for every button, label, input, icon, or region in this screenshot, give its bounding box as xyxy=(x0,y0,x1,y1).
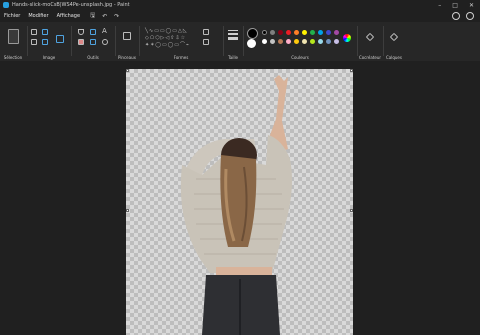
text-tool-icon[interactable]: A xyxy=(102,27,107,35)
menu-edit[interactable]: Modifier xyxy=(24,13,52,19)
palette-swatch[interactable] xyxy=(262,39,267,44)
window-title: Hands-slick-moCsB|WS4Pe-unsplash.jpg - P… xyxy=(12,2,130,8)
palette-swatch[interactable] xyxy=(326,30,331,35)
palette-swatch[interactable] xyxy=(318,30,323,35)
subject-image xyxy=(180,75,292,335)
palette-swatch[interactable] xyxy=(262,30,267,35)
ribbon: Sélection Image A Outils Pinceaux ╲∿▭▭◯▭… xyxy=(0,22,480,62)
group-label-image: Image xyxy=(42,55,56,60)
palette-swatch[interactable] xyxy=(334,30,339,35)
palette-swatch[interactable] xyxy=(310,39,315,44)
magnifier-icon[interactable] xyxy=(102,39,108,45)
resize-handle-left[interactable] xyxy=(126,209,129,212)
group-size: Taille xyxy=(225,24,241,60)
palette-swatch[interactable] xyxy=(294,30,299,35)
resize-handle-top-left[interactable] xyxy=(126,69,129,72)
remove-background-icon[interactable] xyxy=(56,35,64,43)
group-brushes: Pinceaux xyxy=(117,24,137,60)
account-icon[interactable] xyxy=(452,12,460,20)
image-canvas[interactable] xyxy=(126,69,353,335)
primary-color-swatch[interactable] xyxy=(247,28,258,39)
group-label-tools: Outils xyxy=(87,55,99,60)
group-label-colors: Couleurs xyxy=(291,55,309,60)
minimize-icon[interactable]: – xyxy=(438,2,441,9)
group-shapes: ╲∿▭▭◯▭△◺ ◇⬠⬡▷◁⇧⇩☆ ✦✶◯▭◯▭⌒⌁ Formes xyxy=(141,24,221,60)
group-selection: Sélection xyxy=(2,24,24,60)
resize-handle-right[interactable] xyxy=(350,209,353,212)
palette-swatch[interactable] xyxy=(270,30,275,35)
palette-swatch[interactable] xyxy=(294,39,299,44)
secondary-color-swatch[interactable] xyxy=(247,39,256,48)
paint-app-icon xyxy=(3,2,9,8)
size-lines-icon[interactable] xyxy=(228,30,238,40)
layers-icon[interactable] xyxy=(389,32,399,42)
palette-swatch[interactable] xyxy=(302,30,307,35)
flip-icon[interactable] xyxy=(42,39,48,45)
resize-handle-top-right[interactable] xyxy=(350,69,353,72)
settings-gear-icon[interactable] xyxy=(466,12,474,20)
maximize-icon[interactable]: □ xyxy=(452,2,458,9)
group-layers: Calques xyxy=(384,24,404,60)
menu-view[interactable]: Affichage xyxy=(53,13,85,19)
crop-icon[interactable] xyxy=(31,29,37,35)
group-label-cocreator: Cocréateur xyxy=(358,55,382,60)
palette-swatch[interactable] xyxy=(326,39,331,44)
fill-icon[interactable] xyxy=(90,29,96,35)
palette-swatch[interactable] xyxy=(278,30,283,35)
palette-swatch[interactable] xyxy=(270,39,275,44)
edit-colors-icon[interactable] xyxy=(343,34,351,42)
resize-icon[interactable] xyxy=(42,29,48,35)
pencil-icon[interactable] xyxy=(78,29,84,35)
shape-fill-icon[interactable] xyxy=(203,39,209,45)
eraser-icon[interactable] xyxy=(78,39,84,45)
cocreator-icon[interactable] xyxy=(365,32,375,42)
group-cocreator: Cocréateur xyxy=(358,24,382,60)
palette-swatch[interactable] xyxy=(302,39,307,44)
shape-outline-icon[interactable] xyxy=(203,29,209,35)
menu-bar: Fichier Modifier Affichage 🖫 ↶ ↷ xyxy=(0,10,480,22)
group-label-brushes: Pinceaux xyxy=(118,55,136,60)
palette-swatch[interactable] xyxy=(334,39,339,44)
menu-file[interactable]: Fichier xyxy=(0,13,24,19)
save-icon[interactable]: 🖫 xyxy=(90,11,95,21)
color-picker-icon[interactable] xyxy=(90,39,96,45)
rotate-icon[interactable] xyxy=(31,39,37,45)
group-label-shapes: Formes xyxy=(173,55,189,60)
redo-icon[interactable]: ↷ xyxy=(114,13,119,20)
group-label-size: Taille xyxy=(227,55,239,60)
palette-swatch[interactable] xyxy=(286,39,291,44)
group-tools: A Outils xyxy=(73,24,113,60)
undo-icon[interactable]: ↶ xyxy=(102,13,107,20)
group-colors: Couleurs xyxy=(245,24,355,60)
brush-icon[interactable] xyxy=(123,32,131,40)
group-label-layers: Calques xyxy=(386,55,402,60)
close-icon[interactable]: ✕ xyxy=(469,2,474,9)
palette-swatch[interactable] xyxy=(310,30,315,35)
palette-swatch[interactable] xyxy=(286,30,291,35)
group-label-selection: Sélection xyxy=(3,55,23,60)
selection-tool-icon[interactable] xyxy=(8,29,19,44)
title-bar: Hands-slick-moCsB|WS4Pe-unsplash.jpg - P… xyxy=(0,0,480,10)
group-image: Image xyxy=(29,24,69,60)
palette-swatch[interactable] xyxy=(278,39,283,44)
palette-swatch[interactable] xyxy=(318,39,323,44)
shapes-gallery[interactable]: ╲∿▭▭◯▭△◺ ◇⬠⬡▷◁⇧⇩☆ ✦✶◯▭◯▭⌒⌁ xyxy=(145,28,197,48)
